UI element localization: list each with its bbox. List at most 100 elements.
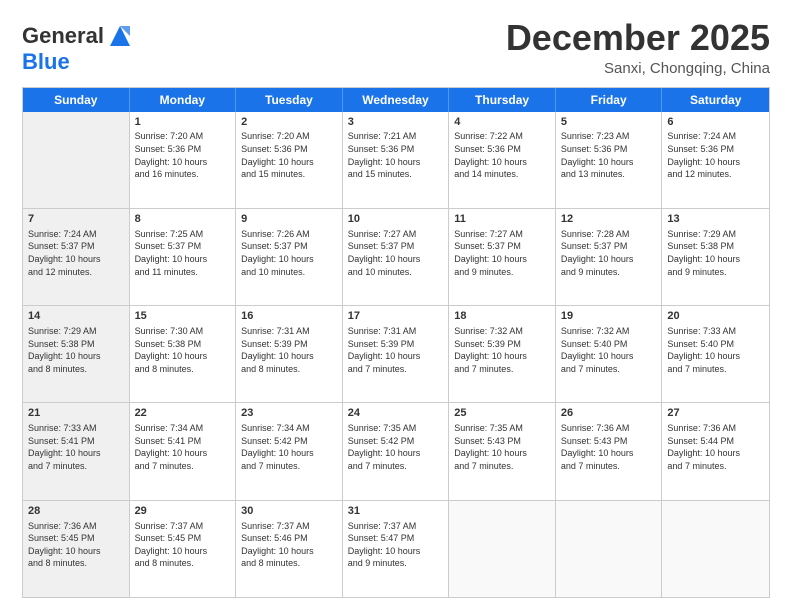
calendar-cell-6: 6Sunrise: 7:24 AMSunset: 5:36 PMDaylight… <box>662 112 769 208</box>
day-info: Sunrise: 7:24 AMSunset: 5:36 PMDaylight:… <box>667 130 764 180</box>
subtitle: Sanxi, Chongqing, China <box>506 60 770 77</box>
page: General Blue December 2025 Sanxi, Chongq… <box>0 0 792 612</box>
day-number: 21 <box>28 406 124 421</box>
logo-text-general: General <box>22 24 104 48</box>
day-number: 10 <box>348 212 444 227</box>
day-info: Sunrise: 7:34 AMSunset: 5:41 PMDaylight:… <box>135 422 231 472</box>
calendar-cell-26: 26Sunrise: 7:36 AMSunset: 5:43 PMDayligh… <box>556 403 663 499</box>
day-info: Sunrise: 7:26 AMSunset: 5:37 PMDaylight:… <box>241 228 337 278</box>
calendar-cell-empty-4-4 <box>449 501 556 597</box>
day-info: Sunrise: 7:27 AMSunset: 5:37 PMDaylight:… <box>348 228 444 278</box>
calendar-row-0: 1Sunrise: 7:20 AMSunset: 5:36 PMDaylight… <box>23 112 769 208</box>
calendar-cell-9: 9Sunrise: 7:26 AMSunset: 5:37 PMDaylight… <box>236 209 343 305</box>
calendar-cell-21: 21Sunrise: 7:33 AMSunset: 5:41 PMDayligh… <box>23 403 130 499</box>
calendar-cell-15: 15Sunrise: 7:30 AMSunset: 5:38 PMDayligh… <box>130 306 237 402</box>
day-number: 7 <box>28 212 124 227</box>
day-info: Sunrise: 7:20 AMSunset: 5:36 PMDaylight:… <box>241 130 337 180</box>
day-number: 23 <box>241 406 337 421</box>
calendar-cell-29: 29Sunrise: 7:37 AMSunset: 5:45 PMDayligh… <box>130 501 237 597</box>
day-number: 9 <box>241 212 337 227</box>
day-info: Sunrise: 7:29 AMSunset: 5:38 PMDaylight:… <box>28 325 124 375</box>
day-info: Sunrise: 7:20 AMSunset: 5:36 PMDaylight:… <box>135 130 231 180</box>
calendar-cell-20: 20Sunrise: 7:33 AMSunset: 5:40 PMDayligh… <box>662 306 769 402</box>
calendar-cell-18: 18Sunrise: 7:32 AMSunset: 5:39 PMDayligh… <box>449 306 556 402</box>
day-info: Sunrise: 7:37 AMSunset: 5:46 PMDaylight:… <box>241 520 337 570</box>
calendar-cell-3: 3Sunrise: 7:21 AMSunset: 5:36 PMDaylight… <box>343 112 450 208</box>
day-number: 6 <box>667 115 764 130</box>
calendar-cell-12: 12Sunrise: 7:28 AMSunset: 5:37 PMDayligh… <box>556 209 663 305</box>
calendar-cell-25: 25Sunrise: 7:35 AMSunset: 5:43 PMDayligh… <box>449 403 556 499</box>
day-number: 12 <box>561 212 657 227</box>
day-number: 26 <box>561 406 657 421</box>
day-number: 3 <box>348 115 444 130</box>
calendar-cell-19: 19Sunrise: 7:32 AMSunset: 5:40 PMDayligh… <box>556 306 663 402</box>
day-info: Sunrise: 7:21 AMSunset: 5:36 PMDaylight:… <box>348 130 444 180</box>
day-number: 2 <box>241 115 337 130</box>
day-number: 11 <box>454 212 550 227</box>
day-info: Sunrise: 7:29 AMSunset: 5:38 PMDaylight:… <box>667 228 764 278</box>
day-number: 15 <box>135 309 231 324</box>
calendar-cell-11: 11Sunrise: 7:27 AMSunset: 5:37 PMDayligh… <box>449 209 556 305</box>
calendar-cell-28: 28Sunrise: 7:36 AMSunset: 5:45 PMDayligh… <box>23 501 130 597</box>
calendar-cell-4: 4Sunrise: 7:22 AMSunset: 5:36 PMDaylight… <box>449 112 556 208</box>
calendar-cell-31: 31Sunrise: 7:37 AMSunset: 5:47 PMDayligh… <box>343 501 450 597</box>
logo-icon <box>106 22 134 50</box>
day-info: Sunrise: 7:24 AMSunset: 5:37 PMDaylight:… <box>28 228 124 278</box>
day-info: Sunrise: 7:32 AMSunset: 5:39 PMDaylight:… <box>454 325 550 375</box>
day-number: 27 <box>667 406 764 421</box>
calendar-cell-27: 27Sunrise: 7:36 AMSunset: 5:44 PMDayligh… <box>662 403 769 499</box>
day-info: Sunrise: 7:36 AMSunset: 5:44 PMDaylight:… <box>667 422 764 472</box>
calendar-row-4: 28Sunrise: 7:36 AMSunset: 5:45 PMDayligh… <box>23 500 769 597</box>
day-info: Sunrise: 7:31 AMSunset: 5:39 PMDaylight:… <box>241 325 337 375</box>
day-info: Sunrise: 7:34 AMSunset: 5:42 PMDaylight:… <box>241 422 337 472</box>
day-number: 14 <box>28 309 124 324</box>
header-day-friday: Friday <box>556 88 663 112</box>
title-block: December 2025 Sanxi, Chongqing, China <box>506 18 770 77</box>
calendar-cell-1: 1Sunrise: 7:20 AMSunset: 5:36 PMDaylight… <box>130 112 237 208</box>
day-info: Sunrise: 7:27 AMSunset: 5:37 PMDaylight:… <box>454 228 550 278</box>
calendar-row-2: 14Sunrise: 7:29 AMSunset: 5:38 PMDayligh… <box>23 305 769 402</box>
day-info: Sunrise: 7:35 AMSunset: 5:43 PMDaylight:… <box>454 422 550 472</box>
day-info: Sunrise: 7:33 AMSunset: 5:41 PMDaylight:… <box>28 422 124 472</box>
calendar-header: SundayMondayTuesdayWednesdayThursdayFrid… <box>23 88 769 112</box>
day-number: 19 <box>561 309 657 324</box>
calendar-cell-24: 24Sunrise: 7:35 AMSunset: 5:42 PMDayligh… <box>343 403 450 499</box>
day-number: 29 <box>135 504 231 519</box>
logo: General Blue <box>22 22 134 74</box>
day-info: Sunrise: 7:31 AMSunset: 5:39 PMDaylight:… <box>348 325 444 375</box>
logo-text-blue: Blue <box>22 49 70 74</box>
day-info: Sunrise: 7:37 AMSunset: 5:47 PMDaylight:… <box>348 520 444 570</box>
header-day-monday: Monday <box>130 88 237 112</box>
header-day-tuesday: Tuesday <box>236 88 343 112</box>
header: General Blue December 2025 Sanxi, Chongq… <box>22 18 770 77</box>
calendar-cell-16: 16Sunrise: 7:31 AMSunset: 5:39 PMDayligh… <box>236 306 343 402</box>
day-info: Sunrise: 7:30 AMSunset: 5:38 PMDaylight:… <box>135 325 231 375</box>
header-day-sunday: Sunday <box>23 88 130 112</box>
day-info: Sunrise: 7:23 AMSunset: 5:36 PMDaylight:… <box>561 130 657 180</box>
calendar-cell-23: 23Sunrise: 7:34 AMSunset: 5:42 PMDayligh… <box>236 403 343 499</box>
calendar-row-3: 21Sunrise: 7:33 AMSunset: 5:41 PMDayligh… <box>23 402 769 499</box>
day-number: 8 <box>135 212 231 227</box>
calendar-cell-22: 22Sunrise: 7:34 AMSunset: 5:41 PMDayligh… <box>130 403 237 499</box>
day-number: 28 <box>28 504 124 519</box>
day-info: Sunrise: 7:32 AMSunset: 5:40 PMDaylight:… <box>561 325 657 375</box>
calendar-cell-10: 10Sunrise: 7:27 AMSunset: 5:37 PMDayligh… <box>343 209 450 305</box>
calendar-body: 1Sunrise: 7:20 AMSunset: 5:36 PMDaylight… <box>23 112 769 597</box>
calendar-cell-8: 8Sunrise: 7:25 AMSunset: 5:37 PMDaylight… <box>130 209 237 305</box>
calendar-cell-5: 5Sunrise: 7:23 AMSunset: 5:36 PMDaylight… <box>556 112 663 208</box>
day-info: Sunrise: 7:25 AMSunset: 5:37 PMDaylight:… <box>135 228 231 278</box>
day-info: Sunrise: 7:33 AMSunset: 5:40 PMDaylight:… <box>667 325 764 375</box>
calendar-cell-17: 17Sunrise: 7:31 AMSunset: 5:39 PMDayligh… <box>343 306 450 402</box>
day-number: 22 <box>135 406 231 421</box>
day-number: 25 <box>454 406 550 421</box>
day-number: 30 <box>241 504 337 519</box>
calendar-cell-empty-4-6 <box>662 501 769 597</box>
day-number: 4 <box>454 115 550 130</box>
day-number: 24 <box>348 406 444 421</box>
day-info: Sunrise: 7:36 AMSunset: 5:43 PMDaylight:… <box>561 422 657 472</box>
day-number: 17 <box>348 309 444 324</box>
day-number: 13 <box>667 212 764 227</box>
day-info: Sunrise: 7:22 AMSunset: 5:36 PMDaylight:… <box>454 130 550 180</box>
day-number: 18 <box>454 309 550 324</box>
day-number: 20 <box>667 309 764 324</box>
